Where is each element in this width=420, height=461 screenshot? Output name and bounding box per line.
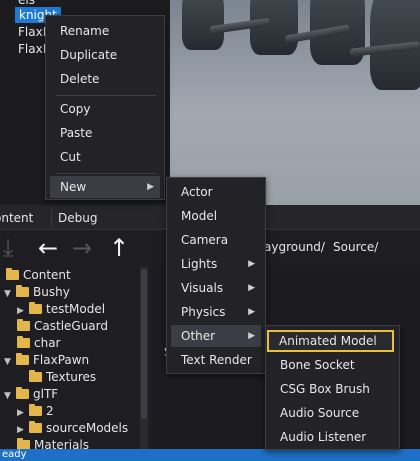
folder-tree-scrollbar[interactable]: [140, 267, 148, 449]
menu-item-paste[interactable]: Paste: [50, 122, 160, 144]
chevron-down-icon[interactable]: ▼: [4, 354, 16, 370]
menu-item-lights[interactable]: Lights ▶: [171, 253, 261, 275]
menu-item-label: Lights: [181, 257, 218, 271]
menu-item-csg-box-brush[interactable]: CSG Box Brush: [270, 378, 395, 400]
folder-label: Bushy: [33, 285, 70, 299]
chevron-right-icon: ▶: [248, 283, 255, 293]
menu-item-audio-source[interactable]: Audio Source: [270, 402, 395, 424]
folder-label: sourceModels: [46, 421, 129, 435]
context-menu: Rename Duplicate Delete Copy Paste Cut N…: [45, 15, 165, 200]
folder-item-2[interactable]: ▶ 2: [17, 403, 54, 419]
folder-label: Content: [23, 268, 71, 282]
folder-icon: [6, 268, 19, 280]
folder-item-content[interactable]: Content: [6, 267, 71, 283]
status-bar: eady: [0, 449, 420, 461]
chevron-right-icon: ▶: [147, 182, 154, 192]
folder-tree: Content ▼ Bushy ▶ testModel CastleGuard ch…: [0, 265, 150, 451]
menu-item-duplicate[interactable]: Duplicate: [50, 44, 160, 66]
chevron-right-icon[interactable]: ▶: [17, 422, 29, 438]
folder-icon: [16, 285, 29, 297]
folder-item-flaxpawn[interactable]: ▼ FlaxPawn: [4, 352, 89, 368]
menu-item-label: Visuals: [181, 281, 224, 295]
scene-viewport[interactable]: [170, 0, 420, 205]
menu-item-camera[interactable]: Camera: [171, 229, 261, 251]
folder-icon: [29, 404, 42, 416]
menu-item-label: Other: [181, 329, 216, 343]
menu-separator: [56, 95, 156, 96]
breadcrumb-source[interactable]: Source/: [333, 240, 378, 254]
status-text: eady: [2, 449, 27, 460]
tab-debug[interactable]: Debug: [58, 209, 118, 227]
chevron-right-icon[interactable]: ▶: [17, 303, 29, 319]
breadcrumb-playground[interactable]: ayground/: [264, 240, 325, 254]
menu-item-text-render[interactable]: Text Render: [171, 349, 261, 371]
folder-item-testmodel[interactable]: ▶ testModel: [17, 301, 105, 317]
folder-item-bushy[interactable]: ▼ Bushy: [4, 284, 70, 300]
menu-item-label: New: [60, 180, 87, 194]
folder-label: Textures: [46, 370, 97, 384]
chevron-down-icon[interactable]: ▼: [4, 286, 16, 302]
chevron-right-icon: ▶: [248, 331, 255, 341]
menu-item-rename[interactable]: Rename: [50, 20, 160, 42]
folder-label: FlaxPawn: [33, 353, 90, 367]
menu-item-other[interactable]: Other ▶: [171, 325, 261, 347]
menu-item-actor[interactable]: Actor: [171, 181, 261, 203]
menu-item-physics[interactable]: Physics ▶: [171, 301, 261, 323]
folder-icon: [16, 353, 29, 365]
folder-label: glTF: [33, 387, 59, 401]
folder-item-textures[interactable]: Textures: [29, 369, 96, 385]
menu-item-cut[interactable]: Cut: [50, 146, 160, 168]
menu-item-copy[interactable]: Copy: [50, 98, 160, 120]
download-icon[interactable]: ⤓: [0, 234, 22, 262]
folder-item-gltf[interactable]: ▼ glTF: [4, 386, 58, 402]
other-submenu: Animated Model Bone Socket CSG Box Brush…: [265, 325, 400, 450]
folder-icon: [29, 370, 42, 382]
folder-label: CastleGuard: [34, 319, 109, 333]
menu-item-model[interactable]: Model: [171, 205, 261, 227]
folder-icon: [17, 336, 30, 348]
folder-item-castleguard[interactable]: CastleGuard: [17, 318, 108, 334]
tab-content[interactable]: ontent: [0, 209, 52, 227]
menu-item-label: Physics: [181, 305, 226, 319]
menu-item-bone-socket[interactable]: Bone Socket: [270, 354, 395, 376]
menu-item-delete[interactable]: Delete: [50, 68, 160, 90]
folder-item-char[interactable]: char: [17, 335, 61, 351]
folder-icon: [29, 302, 42, 314]
folder-icon: [16, 387, 29, 399]
menu-item-animated-model[interactable]: Animated Model: [267, 330, 394, 352]
arrow-up-icon[interactable]: ↑: [105, 234, 133, 262]
arrow-right-icon[interactable]: →: [68, 234, 96, 262]
folder-label: 2: [46, 404, 54, 418]
chevron-right-icon[interactable]: ▶: [17, 405, 29, 421]
folder-label: char: [34, 336, 61, 350]
new-submenu: Actor Model Camera Lights ▶ Visuals ▶ Ph…: [166, 177, 266, 374]
menu-item-audio-listener[interactable]: Audio Listener: [270, 426, 395, 448]
scrollbar-thumb[interactable]: [141, 269, 147, 419]
folder-label: testModel: [46, 302, 106, 316]
chevron-right-icon: ▶: [248, 307, 255, 317]
folder-icon: [29, 421, 42, 433]
menu-separator: [56, 173, 156, 174]
menu-item-new[interactable]: New ▶: [50, 176, 160, 198]
folder-icon: [17, 319, 30, 331]
arrow-left-icon[interactable]: ←: [34, 234, 62, 262]
folder-item-sourcemodels[interactable]: ▶ sourceModels: [17, 420, 128, 436]
menu-item-visuals[interactable]: Visuals ▶: [171, 277, 261, 299]
chevron-down-icon[interactable]: ▼: [4, 388, 16, 404]
chevron-right-icon: ▶: [248, 259, 255, 269]
